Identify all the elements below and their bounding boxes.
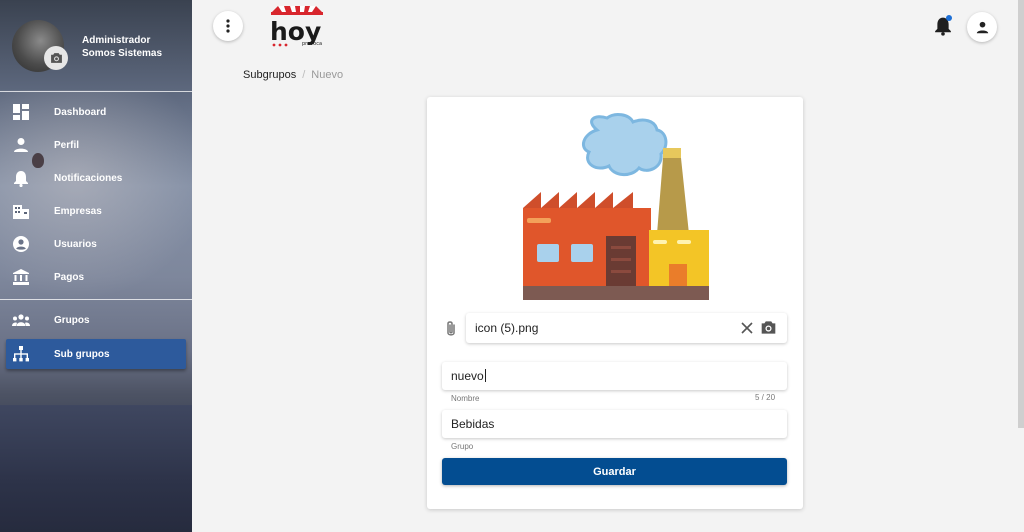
sidebar-item-label: Usuarios [54,238,97,250]
grupo-select[interactable]: Bebidas [442,410,787,438]
page-scrollbar[interactable] [1018,0,1024,428]
hoy-logo[interactable]: hoy provoca [268,4,328,50]
profile-company: Somos Sistemas [82,48,163,59]
text-caret [484,369,486,382]
profile-role: Administrador [82,35,151,46]
sidebar-item-notificaciones[interactable]: Notificaciones [6,163,186,193]
breadcrumb: Subgrupos / Nuevo [243,69,343,81]
clear-file-close-icon[interactable] [740,321,754,335]
bell-icon [12,169,30,187]
person-icon [976,21,988,33]
guardar-button[interactable]: Guardar [442,458,787,485]
sidebar-divider [0,299,192,300]
factory-image-preview [523,112,709,300]
grupo-value: Bebidas [451,417,495,431]
profile-name: Administrador Somos Sistemas [82,34,162,60]
nombre-hint: Nombre [451,394,480,403]
image-file-input[interactable]: icon (5).png [466,313,787,343]
image-file-name: icon (5).png [475,321,539,335]
sidebar-item-usuarios[interactable]: Usuarios [6,229,186,259]
breadcrumb-separator: / [302,69,306,81]
nombre-input[interactable]: nuevo [442,362,787,390]
sidebar-item-sub-grupos[interactable]: Sub grupos [6,339,186,369]
sidebar-item-dashboard[interactable]: Dashboard [6,97,186,127]
more-vert-icon [226,19,230,33]
profile-block: Administrador Somos Sistemas [0,0,192,92]
sidebar-item-label: Sub grupos [54,348,110,360]
nombre-char-counter: 5 / 20 [755,393,776,402]
dashboard-icon [12,103,30,121]
sidebar-item-label: Perfil [54,139,80,151]
sidebar-item-label: Grupos [54,314,90,326]
breadcrumb-current: Nuevo [311,69,344,81]
sidebar-item-pagos[interactable]: Pagos [6,262,186,292]
logo-tagline: provoca [302,41,322,47]
notification-indicator-dot [946,15,952,21]
sidebar-background-sea [0,405,192,532]
grupo-hint: Grupo [451,442,474,451]
hierarchy-icon [12,345,30,363]
sidebar-item-grupos[interactable]: Grupos [6,305,186,335]
camera-icon[interactable] [760,320,777,335]
sidebar-item-perfil[interactable]: Perfil [6,130,186,160]
sidebar-item-empresas[interactable]: Empresas [6,196,186,226]
sidebar-item-label: Notificaciones [54,172,123,184]
sidebar-divider [0,91,192,92]
bank-icon [12,268,30,286]
nombre-value: nuevo [451,369,484,383]
breadcrumb-parent-link[interactable]: Subgrupos [243,69,296,81]
person-icon [12,136,30,154]
more-menu-button[interactable] [213,11,243,41]
sidebar-item-label: Pagos [54,271,85,283]
account-button[interactable] [967,12,997,42]
attach-file-icon[interactable] [444,320,458,338]
account-circle-icon [12,235,30,253]
sidebar-item-label: Empresas [54,205,102,217]
building-icon [12,202,30,220]
sidebar: Administrador Somos Sistemas Dashboard P… [0,0,192,532]
change-photo-camera-icon[interactable] [44,46,68,70]
group-icon [12,311,30,329]
sidebar-item-label: Dashboard [54,106,107,118]
